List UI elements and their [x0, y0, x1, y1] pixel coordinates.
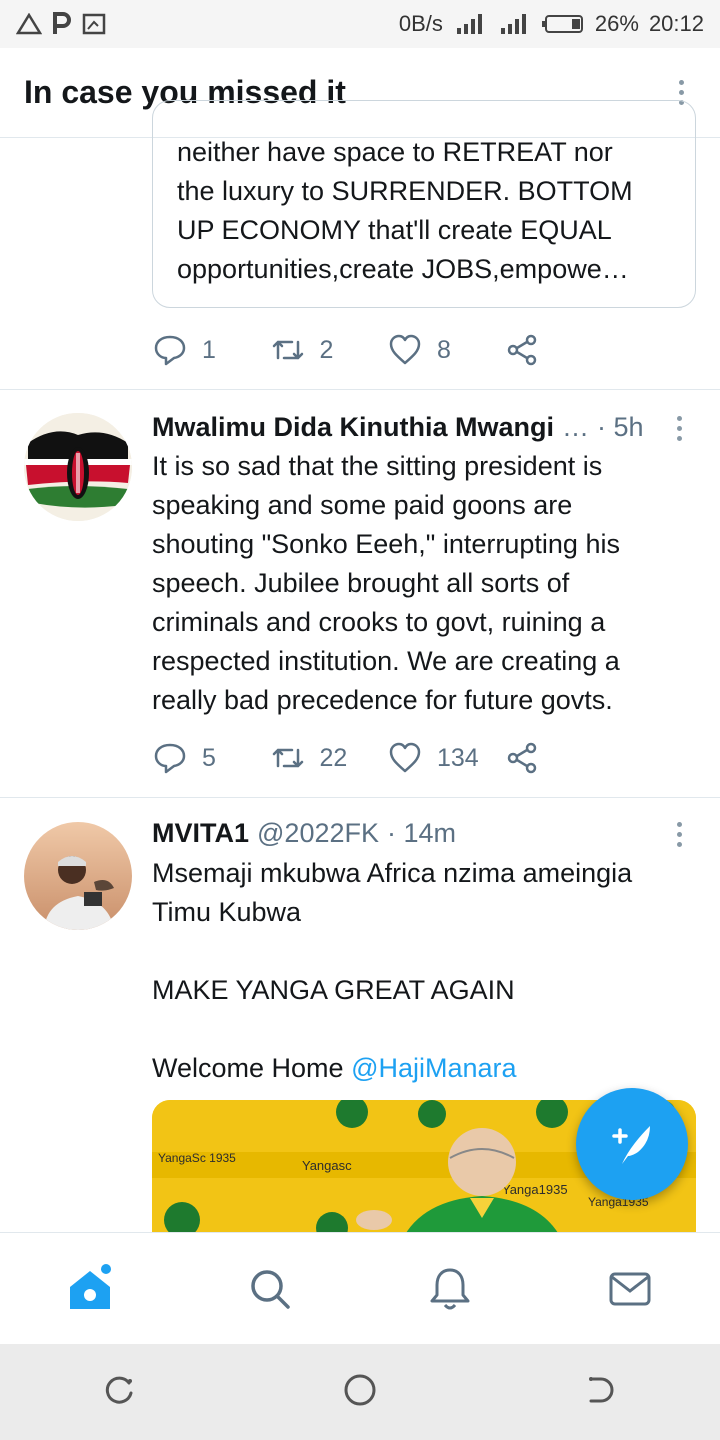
- tweet-header: Mwalimu Dida Kinuthia Mwangi … · 5h: [152, 409, 672, 445]
- tweet-line: Timu Kubwa: [152, 897, 302, 927]
- like-icon: [389, 334, 421, 365]
- mail-icon: [609, 1272, 651, 1306]
- mention-link[interactable]: @HajiManara: [351, 1053, 516, 1083]
- bell-icon: [430, 1268, 470, 1310]
- retweet-icon: [272, 340, 303, 360]
- signal-icon-2: [500, 14, 526, 34]
- screenshot-icon: [82, 13, 106, 35]
- parking-icon: [53, 12, 71, 34]
- timestamp: · 14m: [387, 817, 457, 848]
- tweet-text[interactable]: Msemaji mkubwa Africa nzima ameingia Tim…: [152, 854, 700, 1088]
- home-circle-icon: [344, 1374, 376, 1405]
- like-button[interactable]: 8: [387, 332, 505, 368]
- like-count: 134: [437, 743, 479, 772]
- reply-button[interactable]: 1: [152, 332, 270, 368]
- tweet-line: MAKE YANGA GREAT AGAIN: [152, 975, 515, 1005]
- back-button[interactable]: [583, 1373, 617, 1412]
- display-name[interactable]: Mwalimu Dida Kinuthia Mwangi: [152, 412, 554, 443]
- share-button[interactable]: [505, 332, 623, 368]
- home-button[interactable]: [342, 1372, 378, 1413]
- divider: [0, 389, 720, 390]
- avatar[interactable]: [24, 413, 132, 521]
- retweet-button[interactable]: 2: [270, 332, 388, 368]
- recent-apps-button[interactable]: [103, 1373, 137, 1412]
- like-button[interactable]: 134: [387, 740, 505, 776]
- tweet-line: It is so sad that the sitting president …: [152, 451, 603, 481]
- tweet-text[interactable]: It is so sad that the sitting president …: [152, 447, 700, 720]
- tweet-more-icon[interactable]: [664, 416, 694, 441]
- quoted-line: the luxury to SURRENDER. BOTTOM: [177, 176, 633, 206]
- tab-messages[interactable]: [600, 1259, 660, 1319]
- avatar[interactable]: [24, 822, 132, 930]
- home-icon: [70, 1264, 111, 1309]
- reply-icon: [154, 335, 186, 366]
- tweet-line: speech. Jubilee brought all sorts of: [152, 568, 570, 598]
- display-name[interactable]: MVITA1: [152, 818, 249, 849]
- tweet-line: Msemaji mkubwa Africa nzima ameingia: [152, 858, 633, 888]
- timestamp: · 5h: [597, 411, 644, 442]
- retweet-count: 22: [319, 743, 348, 772]
- share-icon: [507, 742, 536, 774]
- quoted-line: neither have space to RETREAT nor: [177, 137, 613, 167]
- tweet-actions: 5 22 134: [152, 736, 622, 780]
- tweet-line: criminals and crooks to govt, ruining a: [152, 607, 606, 637]
- tweet-line: shouting "Sonko Eeeh," interrupting his: [152, 529, 620, 559]
- status-bar: 0B/s 26% 20:12: [0, 0, 720, 48]
- tweet-header: MVITA1 @2022FK · 14m: [152, 815, 672, 851]
- retweet-count: 2: [319, 335, 334, 364]
- name-ellipsis: …: [562, 411, 590, 442]
- user-handle[interactable]: @2022FK: [257, 818, 379, 849]
- retweet-button[interactable]: 22: [270, 740, 388, 776]
- tweet-actions: 1 2 8: [152, 328, 622, 372]
- compose-icon: [612, 1126, 650, 1164]
- reply-count: 5: [202, 743, 216, 772]
- system-nav-bar: [0, 1344, 720, 1440]
- battery-icon: [541, 15, 583, 33]
- tweet-line: Welcome Home @HajiManara: [152, 1049, 700, 1088]
- tweet-more-icon[interactable]: [664, 822, 694, 847]
- share-button[interactable]: [505, 740, 623, 776]
- quoted-line: UP ECONOMY that'll create EQUAL: [177, 215, 612, 245]
- tab-home[interactable]: [60, 1259, 120, 1319]
- divider: [0, 797, 720, 798]
- media-text: Yanga1935: [502, 1182, 568, 1197]
- user-photo-avatar-icon: [24, 822, 132, 930]
- tab-search[interactable]: [240, 1259, 300, 1319]
- media-text: YangaSc 1935: [158, 1151, 236, 1165]
- warning-icon: [16, 13, 42, 35]
- search-icon: [251, 1270, 290, 1309]
- media-text: Yangasc: [302, 1158, 352, 1173]
- recent-apps-icon: [105, 1376, 133, 1404]
- like-count: 8: [437, 335, 451, 364]
- kenya-flag-avatar-icon: [24, 413, 132, 521]
- tweet-line: respected institution. We are creating a: [152, 646, 620, 676]
- reply-count: 1: [202, 335, 216, 364]
- like-icon: [389, 742, 421, 773]
- clock: 20:12: [648, 11, 704, 36]
- reply-button[interactable]: 5: [152, 740, 270, 776]
- signal-icon: [456, 14, 482, 34]
- reply-icon: [154, 743, 186, 774]
- tab-notifications[interactable]: [420, 1259, 480, 1319]
- retweet-icon: [272, 748, 303, 768]
- share-icon: [507, 334, 536, 366]
- tweet-text-prefix: Welcome Home: [152, 1053, 352, 1083]
- tweet-line: really bad precedence for future govts.: [152, 685, 613, 715]
- quoted-line: opportunities,create JOBS,empowe…: [177, 254, 629, 284]
- quoted-tweet-card[interactable]: neither have space to RETREAT nor the lu…: [152, 100, 696, 308]
- bottom-tab-bar: [0, 1232, 720, 1345]
- back-icon: [589, 1376, 614, 1402]
- tweet-line: speaking and some paid goons are: [152, 490, 573, 520]
- battery-percent: 26%: [594, 11, 639, 36]
- network-speed: 0B/s: [398, 11, 443, 36]
- compose-tweet-button[interactable]: [576, 1088, 688, 1200]
